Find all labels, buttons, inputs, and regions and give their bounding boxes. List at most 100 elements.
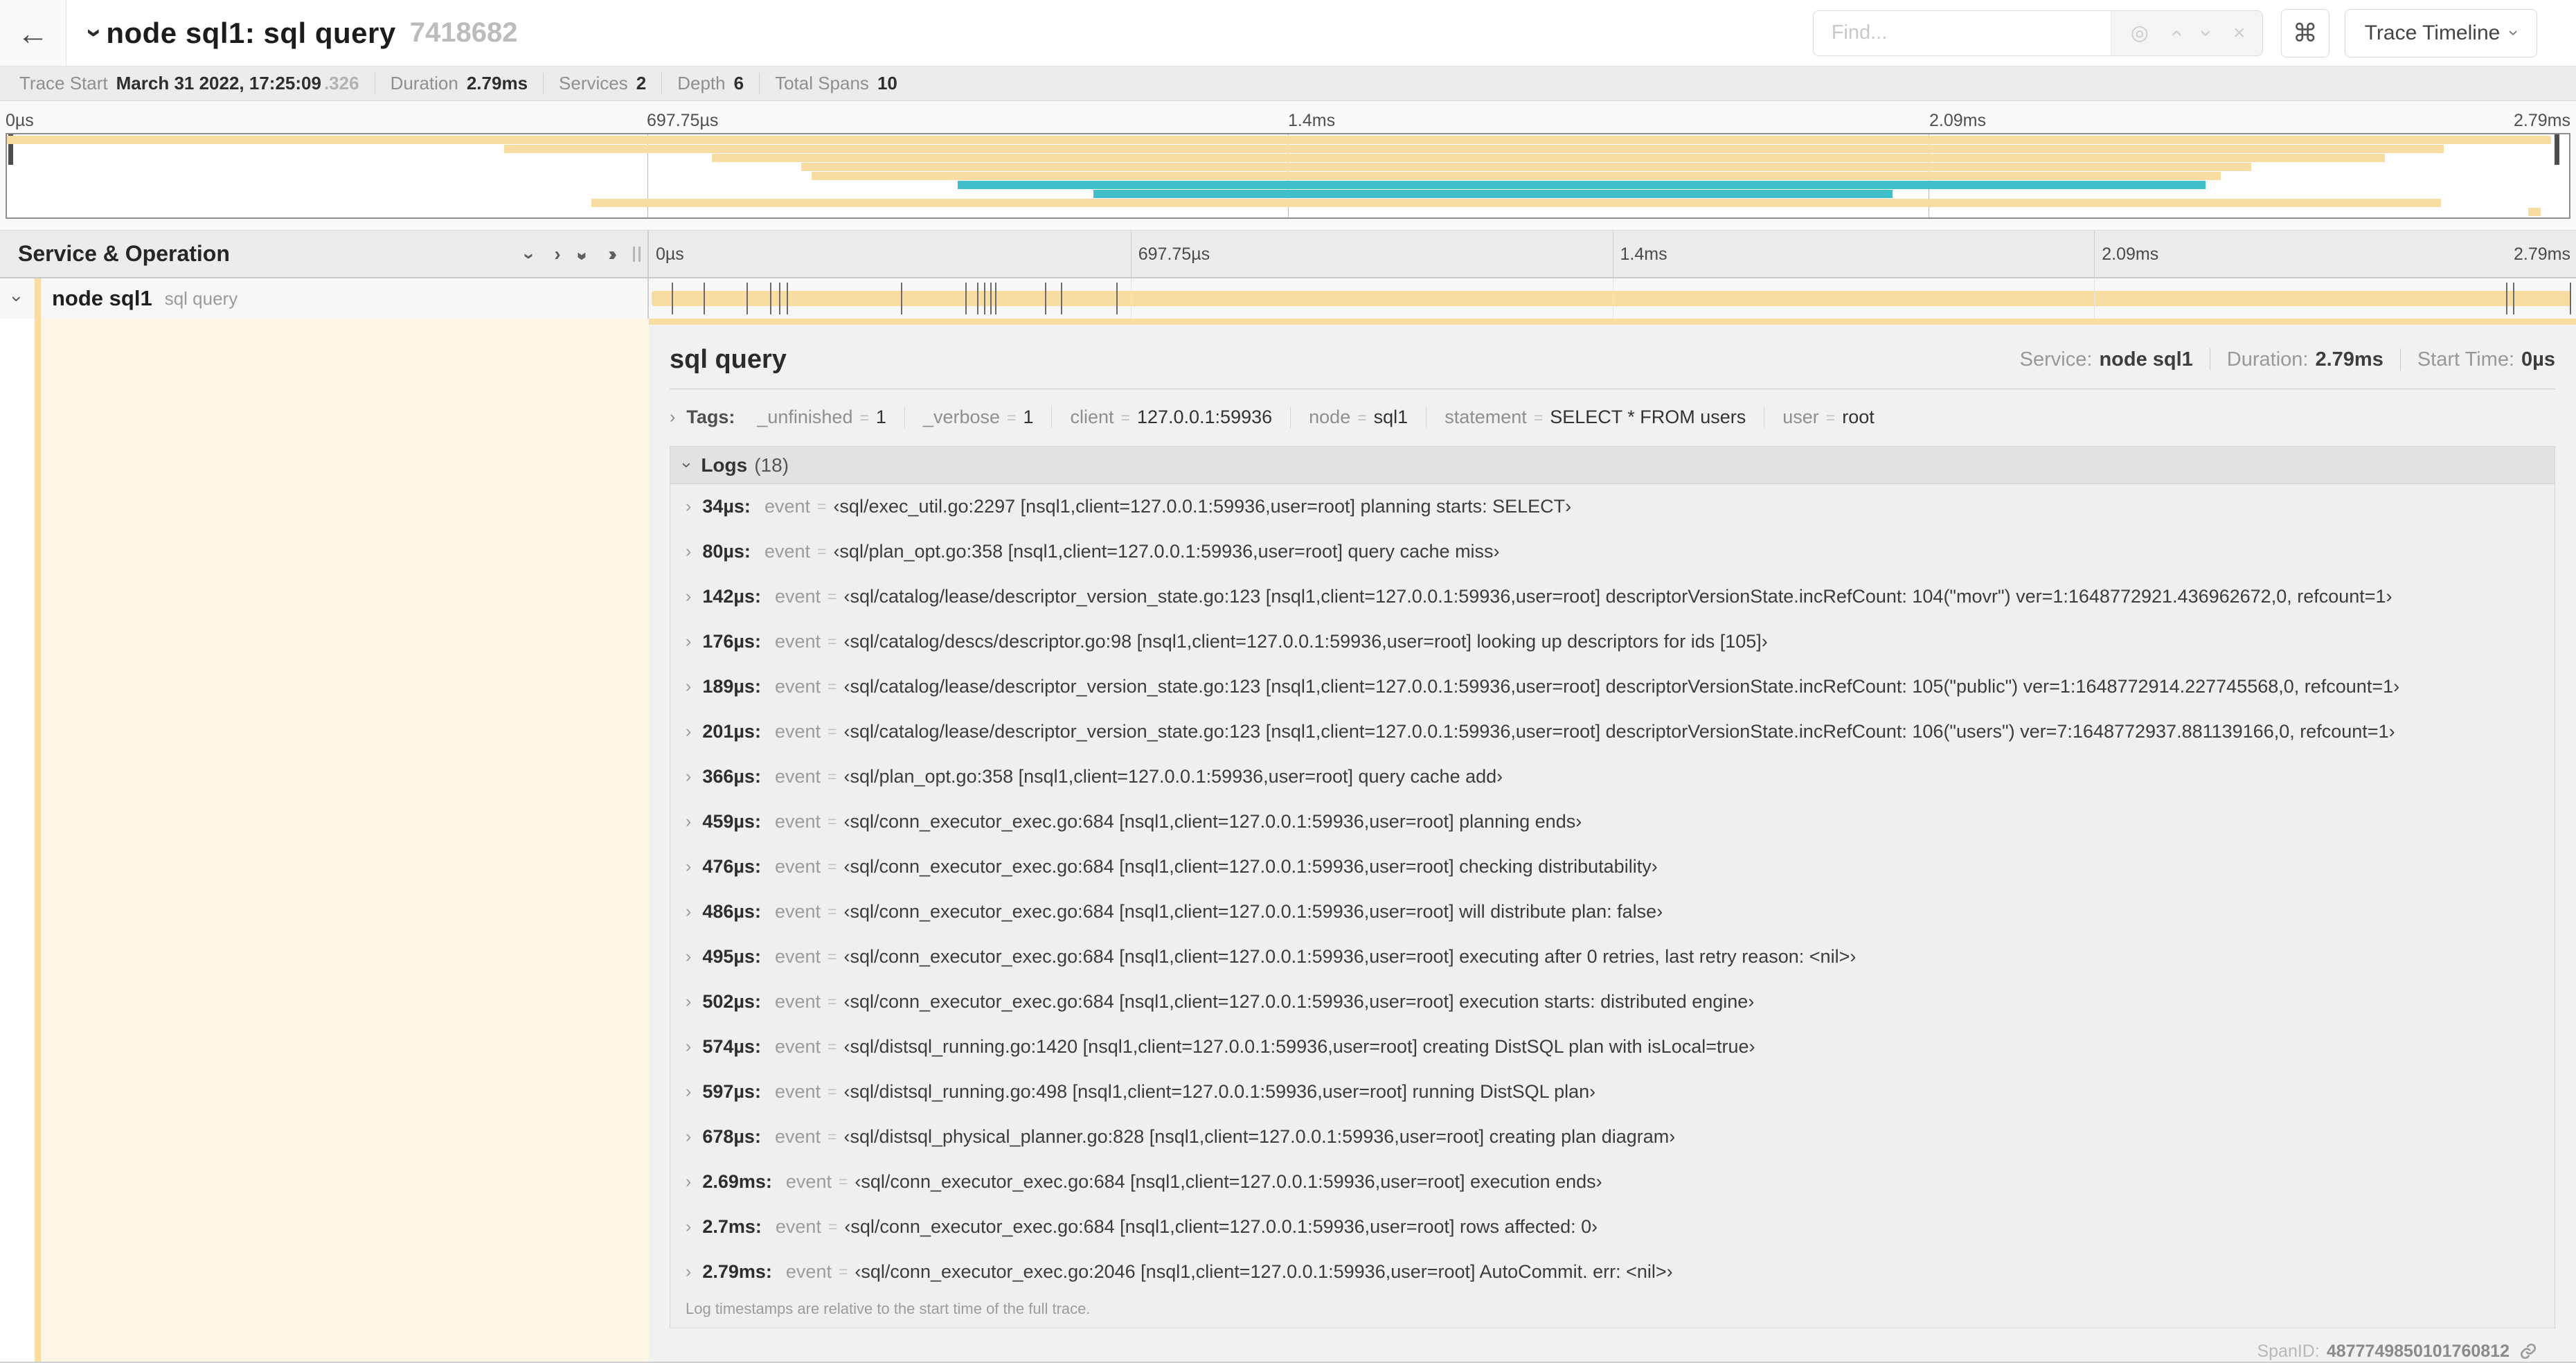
log-marker-tick[interactable] — [1060, 283, 1062, 314]
log-marker-tick[interactable] — [746, 283, 748, 314]
log-row[interactable]: › 502µs: event = ‹sql/conn_executor_exec.go:… — [670, 979, 2555, 1024]
equals-sign: = — [828, 992, 837, 1010]
log-marker-tick[interactable] — [1044, 283, 1046, 314]
log-chevron-icon[interactable]: › — [686, 1217, 691, 1237]
log-chevron-icon[interactable]: › — [686, 812, 691, 832]
log-marker-tick[interactable] — [778, 283, 780, 314]
deep-link-icon[interactable] — [2519, 1342, 2537, 1360]
log-row[interactable]: › 574µs: event = ‹sql/distsql_running.go:142… — [670, 1024, 2555, 1069]
duration-value: 2.79ms — [466, 73, 528, 93]
log-row[interactable]: › 80µs: event = ‹sql/plan_opt.go:358 [nsql1,… — [670, 529, 2555, 574]
log-chevron-icon[interactable]: › — [686, 1172, 691, 1192]
log-marker-tick[interactable] — [994, 283, 996, 314]
log-chevron-icon[interactable]: › — [686, 902, 691, 922]
log-chevron-icon[interactable]: › — [686, 1127, 691, 1147]
log-marker-tick[interactable] — [1116, 283, 1118, 314]
log-row[interactable]: › 34µs: event = ‹sql/exec_util.go:2297 [nsql… — [670, 484, 2555, 529]
log-marker-tick[interactable] — [983, 283, 985, 314]
log-chevron-icon[interactable]: › — [686, 722, 691, 742]
log-row[interactable]: › 201µs: event = ‹sql/catalog/lease/descript… — [670, 709, 2555, 754]
log-timestamp: 2.7ms: — [702, 1216, 762, 1237]
log-row[interactable]: › 597µs: event = ‹sql/distsql_running.go:498… — [670, 1069, 2555, 1114]
keyboard-shortcuts-button[interactable]: ⌘ — [2280, 8, 2329, 57]
log-marker-tick[interactable] — [901, 283, 903, 314]
log-chevron-icon[interactable]: › — [686, 1037, 691, 1057]
log-row[interactable]: › 486µs: event = ‹sql/conn_executor_exec.go:… — [670, 889, 2555, 934]
tags-accordion[interactable]: › Tags: _unfinished = 1 _verbose = 1 client = 12… — [670, 403, 2555, 431]
log-field-key: event — [774, 901, 821, 922]
prev-match-icon[interactable]: › — [2164, 30, 2187, 37]
log-chevron-icon[interactable]: › — [686, 632, 691, 652]
tag-item: user = root — [1764, 407, 1893, 428]
equals-sign: = — [828, 857, 837, 875]
log-marker-tick[interactable] — [787, 283, 789, 314]
log-row[interactable]: › 495µs: event = ‹sql/conn_executor_exec.go:… — [670, 934, 2555, 979]
find-input[interactable] — [1813, 10, 2111, 55]
log-row[interactable]: › 176µs: event = ‹sql/catalog/descs/descript… — [670, 619, 2555, 664]
log-chevron-icon[interactable]: › — [686, 992, 691, 1012]
log-row[interactable]: › 142µs: event = ‹sql/catalog/lease/descript… — [670, 574, 2555, 619]
log-chevron-icon[interactable]: › — [686, 767, 691, 787]
expand-one-icon[interactable]: › — [554, 243, 561, 265]
log-chevron-icon[interactable]: › — [686, 542, 691, 562]
trace-page: ← › node sql1: sql query 7418682 ◎ › › ×… — [0, 0, 2576, 1363]
log-marker-tick[interactable] — [2506, 283, 2508, 314]
focus-match-icon[interactable]: ◎ — [2131, 22, 2149, 44]
equals-sign: = — [1120, 408, 1130, 427]
expand-all-icon[interactable]: ›› — [608, 243, 616, 265]
clear-find-icon[interactable]: × — [2233, 22, 2246, 44]
log-row[interactable]: › 459µs: event = ‹sql/conn_executor_exec.go:… — [670, 799, 2555, 844]
log-field-key: event — [774, 1036, 821, 1057]
log-chevron-icon[interactable]: › — [686, 857, 691, 877]
log-chevron-icon[interactable]: › — [686, 497, 691, 517]
collapse-one-icon[interactable]: › — [519, 253, 541, 255]
log-marker-tick[interactable] — [2513, 283, 2515, 314]
log-marker-tick[interactable] — [965, 283, 967, 314]
log-chevron-icon[interactable]: › — [686, 947, 691, 967]
log-row[interactable]: › 2.69ms: event = ‹sql/conn_executor_exec.go… — [670, 1159, 2555, 1204]
tag-key: node — [1309, 406, 1351, 427]
span-duration-bar[interactable] — [652, 291, 2570, 306]
equals-sign: = — [828, 677, 837, 695]
tag-item: _unfinished = 1 — [739, 406, 905, 428]
back-button[interactable]: ← — [0, 0, 66, 66]
logs-header[interactable]: › Logs (18) — [670, 447, 2555, 484]
log-chevron-icon[interactable]: › — [686, 1082, 691, 1102]
log-field-key: event — [774, 586, 821, 607]
minimap-right-scrubber-handle[interactable] — [2555, 134, 2559, 165]
collapse-all-icon[interactable]: ›› — [571, 251, 593, 256]
span-detail-row: sql query Service: node sql1 Duration: 2… — [0, 319, 2576, 1363]
log-row[interactable]: › 366µs: event = ‹sql/plan_opt.go:358 [nsql1… — [670, 754, 2555, 799]
collapse-trace-chevron-icon[interactable]: › — [79, 28, 110, 37]
logs-label: Logs — [701, 454, 748, 476]
log-row[interactable]: › 476µs: event = ‹sql/conn_executor_exec.go:… — [670, 844, 2555, 889]
next-match-icon[interactable]: › — [2195, 30, 2218, 37]
span-collapse-chevron-icon[interactable]: › — [6, 296, 28, 302]
log-chevron-icon[interactable]: › — [686, 587, 691, 607]
log-marker-tick[interactable] — [976, 283, 978, 314]
tag-value: root — [1842, 406, 1875, 427]
log-chevron-icon[interactable]: › — [686, 1262, 691, 1282]
log-marker-tick[interactable] — [703, 283, 705, 314]
log-marker-tick[interactable] — [990, 283, 992, 314]
logs-chevron-icon: › — [677, 462, 697, 468]
log-row[interactable]: › 2.79ms: event = ‹sql/conn_executor_exec.go… — [670, 1249, 2555, 1294]
log-timestamp: 189µs: — [702, 676, 761, 697]
column-resize-handle[interactable] — [633, 246, 641, 262]
log-marker-tick[interactable] — [671, 283, 673, 314]
minimap-span-bar — [591, 199, 2441, 207]
log-row[interactable]: › 678µs: event = ‹sql/distsql_physical_plann… — [670, 1114, 2555, 1159]
minimap-canvas[interactable] — [6, 133, 2570, 219]
log-row[interactable]: › 2.7ms: event = ‹sql/conn_executor_exec.go:… — [670, 1204, 2555, 1249]
trace-view-select[interactable]: Trace Timeline › — [2344, 8, 2537, 57]
equals-sign: = — [1007, 408, 1017, 427]
log-marker-tick[interactable] — [2569, 283, 2571, 314]
log-row[interactable]: › 189µs: event = ‹sql/catalog/lease/descript… — [670, 664, 2555, 709]
log-chevron-icon[interactable]: › — [686, 677, 691, 697]
log-marker-tick[interactable] — [769, 283, 771, 314]
page-header: ← › node sql1: sql query 7418682 ◎ › › ×… — [0, 0, 2576, 66]
span-row-label[interactable]: › node sql1 sql query — [0, 278, 649, 319]
log-field-key: event — [774, 856, 821, 877]
equals-sign: = — [838, 1263, 848, 1281]
span-row-timeline[interactable] — [649, 278, 2576, 319]
